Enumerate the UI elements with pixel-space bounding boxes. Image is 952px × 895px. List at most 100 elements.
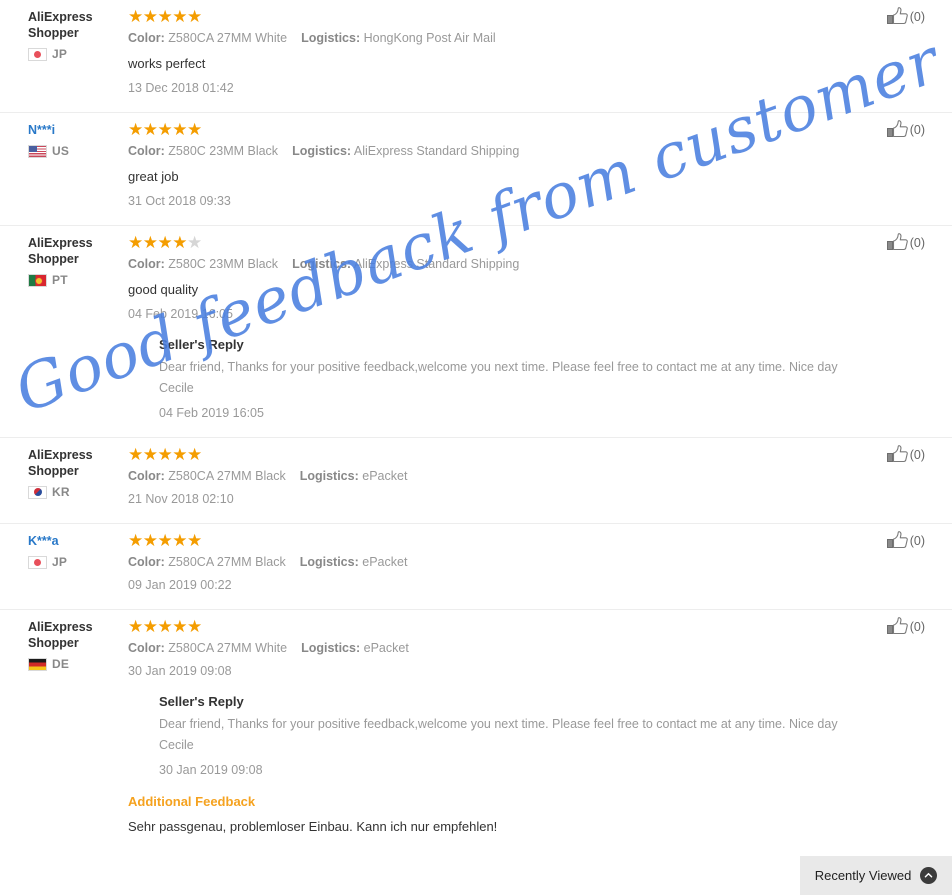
helpful-vote[interactable]: (0) xyxy=(886,7,925,26)
review-item: AliExpress Shopper PT ★★★★★ Color: Z580C 23… xyxy=(0,226,952,438)
color-label: Color: xyxy=(128,31,165,45)
star-filled-icon: ★ xyxy=(187,7,202,26)
thumbs-up-icon[interactable] xyxy=(886,7,908,26)
star-filled-icon: ★ xyxy=(157,7,173,26)
helpful-count: (0) xyxy=(909,235,925,250)
review-attributes: Color: Z580CA 27MM Black Logistics: ePack… xyxy=(128,465,925,487)
reviewer-country: DE xyxy=(28,656,128,672)
logistics-label: Logistics: xyxy=(292,257,352,271)
star-filled-icon: ★ xyxy=(187,617,202,636)
helpful-vote[interactable]: (0) xyxy=(886,445,925,464)
rating-stars: ★★★★★ xyxy=(128,617,925,636)
helpful-count: (0) xyxy=(909,447,925,462)
recently-viewed-button[interactable]: Recently Viewed xyxy=(800,856,952,895)
logistics-value: ePacket xyxy=(362,469,408,483)
helpful-count: (0) xyxy=(909,9,925,24)
review-item: AliExpress Shopper DE ★★★★★ Color: Z580CA 2… xyxy=(0,610,952,852)
reviewer-name: AliExpress Shopper xyxy=(28,620,93,650)
rating-stars: ★★★★★ xyxy=(128,7,925,26)
flag-us-icon xyxy=(28,144,47,158)
review-timestamp: 21 Nov 2018 02:10 xyxy=(128,492,234,506)
logistics-label: Logistics: xyxy=(301,31,361,45)
star-filled-icon: ★ xyxy=(172,617,187,636)
color-value: Z580CA 27MM White xyxy=(168,31,288,45)
star-filled-icon: ★ xyxy=(172,531,187,550)
country-code-label: JP xyxy=(52,47,68,61)
reviewer-info: AliExpress Shopper DE xyxy=(0,610,128,852)
helpful-vote[interactable]: (0) xyxy=(886,617,925,636)
reviewer-name[interactable]: N***i xyxy=(28,122,128,138)
review-content: ★★★★★ Color: Z580CA 27MM White Logistics: … xyxy=(128,610,925,852)
logistics-label: Logistics: xyxy=(301,641,361,655)
helpful-vote[interactable]: (0) xyxy=(886,531,925,550)
thumbs-up-icon[interactable] xyxy=(886,120,908,139)
reviewer-country: JP xyxy=(28,554,128,570)
recently-viewed-label: Recently Viewed xyxy=(814,868,912,883)
flag-kr-icon xyxy=(28,485,47,499)
review-item: AliExpress Shopper KR ★★★★★ Color: Z580CA 2… xyxy=(0,438,952,524)
reviewer-info: AliExpress Shopper PT xyxy=(0,226,128,437)
color-value: Z580C 23MM Black xyxy=(168,257,279,271)
star-filled-icon: ★ xyxy=(142,617,158,636)
star-filled-icon: ★ xyxy=(128,120,143,139)
review-timestamp: 31 Oct 2018 09:33 xyxy=(128,194,231,208)
reviewer-name[interactable]: K***a xyxy=(28,533,128,549)
sellers-reply-timestamp: 30 Jan 2019 09:08 xyxy=(159,763,263,777)
review-timestamp: 30 Jan 2019 09:08 xyxy=(128,664,232,678)
flag-pt-icon xyxy=(28,273,47,287)
review-item: K***a JP ★★★★★ Color: Z580CA 27MM Black Logi… xyxy=(0,524,952,610)
reviewer-name: AliExpress Shopper xyxy=(28,448,93,478)
review-timestamp: 04 Feb 2019 16:05 xyxy=(128,307,233,321)
reviewer-country: KR xyxy=(28,484,128,500)
reviewer-name: AliExpress Shopper xyxy=(28,10,93,40)
review-comment: good quality xyxy=(128,282,199,297)
feedback-list: AliExpress Shopper JP ★★★★★ Color: Z580CA 2… xyxy=(0,0,952,852)
helpful-vote[interactable]: (0) xyxy=(886,120,925,139)
star-filled-icon: ★ xyxy=(128,233,143,252)
logistics-value: ePacket xyxy=(363,641,409,655)
sellers-reply-title: Seller's Reply xyxy=(159,337,244,352)
star-filled-icon: ★ xyxy=(157,531,173,550)
review-attributes: Color: Z580CA 27MM White Logistics: ePack… xyxy=(128,637,925,659)
country-code-label: KR xyxy=(52,485,70,499)
thumbs-up-icon[interactable] xyxy=(886,531,908,550)
logistics-value: HongKong Post Air Mail xyxy=(363,31,496,45)
review-attributes: Color: Z580C 23MM Black Logistics: AliExp… xyxy=(128,253,925,275)
star-filled-icon: ★ xyxy=(187,531,202,550)
review-attributes: Color: Z580C 23MM Black Logistics: AliExp… xyxy=(128,140,925,162)
color-value: Z580CA 27MM White xyxy=(168,641,288,655)
country-code-label: DE xyxy=(52,657,70,671)
thumbs-up-icon[interactable] xyxy=(886,445,908,464)
sellers-reply: Seller's Reply Dear friend, Thanks for yo… xyxy=(159,333,925,425)
review-content: ★★★★★ Color: Z580CA 27MM Black Logistics: … xyxy=(128,438,925,523)
star-filled-icon: ★ xyxy=(128,531,143,550)
reviewer-country: US xyxy=(28,143,128,159)
reviewer-info: N***i US xyxy=(0,113,128,225)
review-attributes: Color: Z580CA 27MM Black Logistics: ePack… xyxy=(128,551,925,573)
review-content: ★★★★★ Color: Z580C 23MM Black Logistics: A… xyxy=(128,226,925,437)
star-filled-icon: ★ xyxy=(172,445,187,464)
star-filled-icon: ★ xyxy=(157,233,173,252)
star-filled-icon: ★ xyxy=(128,445,143,464)
reviewer-country: PT xyxy=(28,272,128,288)
sellers-reply-title: Seller's Reply xyxy=(159,694,244,709)
helpful-vote[interactable]: (0) xyxy=(886,233,925,252)
star-filled-icon: ★ xyxy=(128,7,143,26)
additional-feedback-body: Sehr passgenau, problemloser Einbau. Kan… xyxy=(128,819,498,834)
flag-jp-icon xyxy=(28,47,47,61)
star-filled-icon: ★ xyxy=(157,120,173,139)
helpful-count: (0) xyxy=(909,122,925,137)
chevron-up-icon[interactable] xyxy=(920,867,938,884)
color-label: Color: xyxy=(128,469,165,483)
thumbs-up-icon[interactable] xyxy=(886,233,908,252)
review-item: AliExpress Shopper JP ★★★★★ Color: Z580CA 2… xyxy=(0,0,952,113)
star-empty-icon: ★ xyxy=(187,233,202,252)
reviewer-info: AliExpress Shopper KR xyxy=(0,438,128,523)
reviewer-info: K***a JP xyxy=(0,524,128,609)
review-timestamp: 09 Jan 2019 00:22 xyxy=(128,578,232,592)
sellers-reply-timestamp: 04 Feb 2019 16:05 xyxy=(159,406,264,420)
thumbs-up-icon[interactable] xyxy=(886,617,908,636)
helpful-count: (0) xyxy=(909,619,925,634)
country-code-label: JP xyxy=(52,555,68,569)
star-filled-icon: ★ xyxy=(142,445,158,464)
